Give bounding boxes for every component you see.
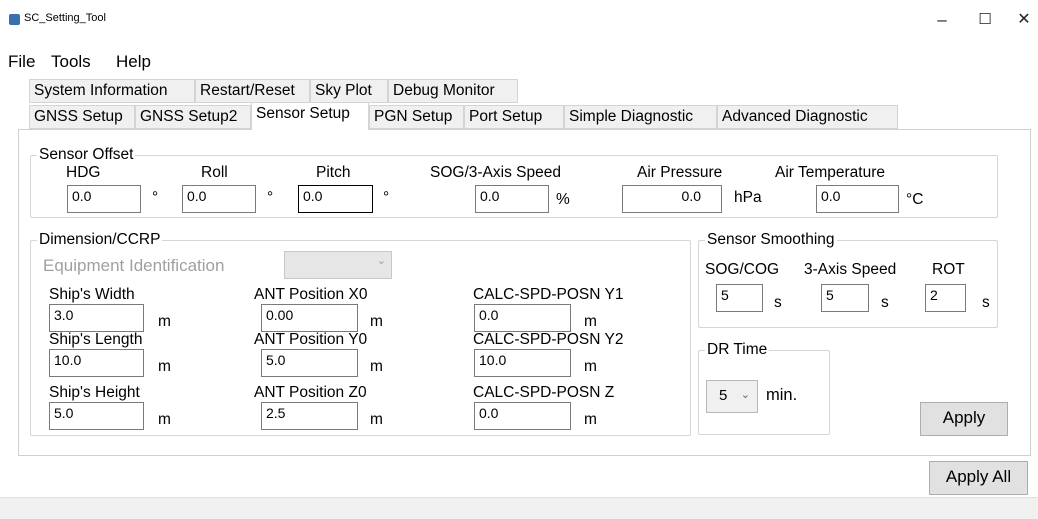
axis-speed-label: 3-Axis Speed	[804, 261, 897, 278]
calc-spd-posn-y2-field[interactable]: 10.0	[474, 349, 571, 377]
pitch-unit: °	[383, 189, 390, 206]
hdg-label: HDG	[66, 164, 101, 181]
tab-debug-monitor[interactable]: Debug Monitor	[388, 79, 518, 103]
sog-speed-field[interactable]: 0.0	[475, 185, 549, 213]
dr-time-value: 5	[719, 387, 728, 404]
air-pressure-field[interactable]: 0.0	[622, 185, 722, 213]
title-bar: SC_Setting_Tool – ☐ ✕	[0, 0, 1038, 42]
ship-length-label: Ship's Length	[49, 331, 143, 348]
app-icon	[9, 14, 20, 25]
close-button[interactable]: ✕	[1014, 10, 1034, 30]
roll-label: Roll	[201, 164, 228, 181]
ant-x0-unit: m	[370, 313, 383, 330]
axis-speed-field[interactable]: 5	[821, 284, 869, 312]
equipment-identification-select[interactable]: ⌄	[284, 251, 392, 279]
ant-z0-field[interactable]: 2.5	[261, 402, 358, 430]
tab-gnss-setup[interactable]: GNSS Setup	[29, 105, 135, 129]
ant-y0-unit: m	[370, 358, 383, 375]
hdg-field[interactable]: 0.0	[67, 185, 141, 213]
sog-cog-unit: s	[774, 294, 782, 311]
apply-all-button[interactable]: Apply All	[929, 461, 1028, 495]
dr-time-legend: DR Time	[705, 341, 770, 359]
maximize-button[interactable]: ☐	[975, 10, 995, 30]
pitch-field[interactable]: 0.0	[298, 185, 373, 213]
dr-time-unit: min.	[766, 386, 798, 404]
ant-x0-label: ANT Position X0	[254, 286, 368, 303]
ant-z0-label: ANT Position Z0	[254, 384, 367, 401]
roll-unit: °	[267, 189, 274, 206]
tab-sky-plot[interactable]: Sky Plot	[310, 79, 388, 103]
sog-speed-label: SOG/3-Axis Speed	[430, 164, 561, 181]
equipment-identification-label: Equipment Identification	[43, 256, 225, 275]
tab-simple-diagnostic[interactable]: Simple Diagnostic	[564, 105, 717, 129]
air-pressure-unit: hPa	[734, 189, 762, 206]
window-title: SC_Setting_Tool	[24, 12, 106, 24]
sog-cog-field[interactable]: 5	[716, 284, 763, 312]
tab-sensor-setup[interactable]: Sensor Setup	[251, 102, 369, 130]
roll-field[interactable]: 0.0	[182, 185, 256, 213]
apply-button[interactable]: Apply	[920, 402, 1008, 436]
ship-height-unit: m	[158, 411, 171, 428]
tab-restart-reset[interactable]: Restart/Reset	[195, 79, 310, 103]
air-pressure-label: Air Pressure	[637, 164, 723, 181]
calc-spd-posn-z-unit: m	[584, 411, 597, 428]
ant-y0-field[interactable]: 5.0	[261, 349, 358, 377]
ship-length-field[interactable]: 10.0	[49, 349, 144, 377]
air-temperature-field[interactable]: 0.0	[816, 185, 899, 213]
tab-gnss-setup2[interactable]: GNSS Setup2	[135, 105, 251, 129]
ant-x0-field[interactable]: 0.00	[261, 304, 358, 332]
rot-field[interactable]: 2	[925, 284, 966, 312]
calc-spd-posn-y1-unit: m	[584, 313, 597, 330]
sensor-smoothing-legend: Sensor Smoothing	[705, 231, 837, 249]
ship-width-field[interactable]: 3.0	[49, 304, 144, 332]
ship-length-unit: m	[158, 358, 171, 375]
ship-height-label: Ship's Height	[49, 384, 140, 401]
calc-spd-posn-y2-label: CALC-SPD-POSN Y2	[473, 331, 624, 348]
sog-speed-unit: %	[556, 191, 570, 208]
sog-cog-label: SOG/COG	[705, 261, 780, 278]
status-strip	[0, 497, 1038, 519]
calc-spd-posn-y2-unit: m	[584, 358, 597, 375]
tab-port-setup[interactable]: Port Setup	[464, 105, 564, 129]
minimize-button[interactable]: –	[932, 10, 952, 30]
tab-pgn-setup[interactable]: PGN Setup	[369, 105, 464, 129]
rot-unit: s	[982, 294, 990, 311]
calc-spd-posn-y1-field[interactable]: 0.0	[474, 304, 571, 332]
menu-file[interactable]: File	[8, 52, 35, 72]
axis-speed-unit: s	[881, 294, 889, 311]
ship-width-unit: m	[158, 313, 171, 330]
ship-height-field[interactable]: 5.0	[49, 402, 144, 430]
calc-spd-posn-y1-label: CALC-SPD-POSN Y1	[473, 286, 624, 303]
ant-y0-label: ANT Position Y0	[254, 331, 368, 348]
calc-spd-posn-z-label: CALC-SPD-POSN Z	[473, 384, 615, 401]
sensor-setup-panel: Sensor Offset HDG 0.0 ° Roll 0.0 ° Pitch…	[18, 129, 1031, 456]
air-temperature-unit: °C	[906, 191, 924, 208]
tab-system-information[interactable]: System Information	[29, 79, 195, 103]
calc-spd-posn-z-field[interactable]: 0.0	[474, 402, 571, 430]
tab-advanced-diagnostic[interactable]: Advanced Diagnostic	[717, 105, 898, 129]
dimension-ccrp-legend: Dimension/CCRP	[37, 231, 163, 249]
pitch-label: Pitch	[316, 164, 351, 181]
dr-time-select[interactable]: 5 ⌄	[706, 380, 758, 413]
rot-label: ROT	[932, 261, 965, 278]
ant-z0-unit: m	[370, 411, 383, 428]
sensor-offset-legend: Sensor Offset	[37, 146, 136, 164]
hdg-unit: °	[152, 189, 159, 206]
air-temperature-label: Air Temperature	[775, 164, 885, 181]
menu-tools[interactable]: Tools	[51, 52, 91, 72]
chevron-down-icon: ⌄	[376, 255, 386, 267]
ship-width-label: Ship's Width	[49, 286, 135, 303]
menu-help[interactable]: Help	[116, 52, 151, 72]
chevron-down-icon: ⌄	[740, 389, 750, 401]
